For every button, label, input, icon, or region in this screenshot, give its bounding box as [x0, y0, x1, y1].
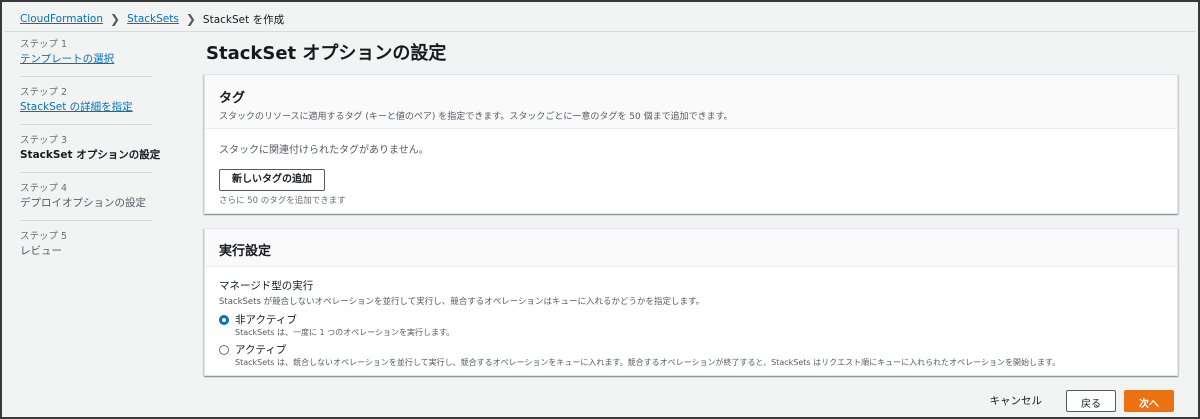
radio-texts: アクティブ StackSets は、競合しないオペレーションを並行して実行し、競… [235, 343, 1060, 369]
execution-settings-panel: 実行設定 マネージド型の実行 StackSets が競合しないオペレーションを並… [204, 228, 1178, 376]
breadcrumb-cloudformation[interactable]: CloudFormation [20, 13, 103, 25]
radio-button-inactive[interactable] [219, 315, 229, 325]
step-deploy-options: デプロイオプションの設定 [20, 197, 146, 209]
step-number: ステップ 5 [20, 231, 68, 242]
tags-panel-header: タグ スタックのリソースに適用するタグ (キーと値のペア) を指定できます。スタ… [205, 75, 1177, 129]
execution-title: 実行設定 [219, 244, 272, 259]
radio-desc-inactive: StackSets は、一度に 1 つのオペレーションを実行します。 [235, 328, 455, 337]
wizard-step-4: ステップ 4 デプロイオプションの設定 [20, 180, 152, 221]
tags-body: スタックに関連付けられたタグがありません。 新しいタグの追加 さらに 50 のタ… [205, 129, 1177, 218]
header-divider [4, 31, 1196, 32]
chevron-right-icon: ❯ [185, 12, 196, 26]
radio-option-active[interactable]: アクティブ StackSets は、競合しないオペレーションを並行して実行し、競… [219, 343, 1163, 369]
radio-desc-active: StackSets は、競合しないオペレーションを並行して実行し、競合するオペレ… [235, 358, 1061, 367]
wizard-footer: キャンセル 戻る 次へ [984, 389, 1174, 412]
radio-option-inactive[interactable]: 非アクティブ StackSets は、一度に 1 つのオペレーションを実行します… [219, 313, 1163, 339]
step-number: ステップ 1 [20, 39, 68, 50]
radio-texts: 非アクティブ StackSets は、一度に 1 つのオペレーションを実行します… [235, 313, 454, 339]
tags-remaining-hint: さらに 50 のタグを追加できます [219, 196, 346, 206]
managed-execution-label: マネージド型の実行 [219, 280, 314, 292]
wizard-step-1: ステップ 1 テンプレートの選択 [20, 36, 152, 77]
radio-label-active[interactable]: アクティブ [235, 343, 1060, 357]
step-link-select-template[interactable]: テンプレートの選択 [20, 52, 152, 67]
window-frame: CloudFormation ❯ StackSets ❯ StackSet を作… [0, 0, 1200, 419]
page-title: StackSet オプションの設定 [206, 43, 447, 64]
chevron-right-icon: ❯ [110, 12, 121, 26]
execution-panel-header: 実行設定 [205, 229, 1177, 267]
next-button[interactable]: 次へ [1124, 389, 1174, 412]
step-number: ステップ 4 [20, 183, 68, 194]
tags-panel: タグ スタックのリソースに適用するタグ (キーと値のペア) を指定できます。スタ… [204, 74, 1178, 214]
step-review: レビュー [20, 245, 62, 257]
breadcrumb-current: StackSet を作成 [202, 13, 285, 26]
radio-label-inactive[interactable]: 非アクティブ [235, 313, 454, 327]
wizard-steps-nav: ステップ 1 テンプレートの選択 ステップ 2 StackSet の詳細を指定 … [20, 36, 161, 275]
breadcrumb: CloudFormation ❯ StackSets ❯ StackSet を作… [20, 11, 284, 27]
add-tag-button[interactable]: 新しいタグの追加 [219, 169, 325, 191]
tags-title: タグ [219, 91, 246, 106]
step-number: ステップ 2 [20, 87, 68, 98]
step-current-options: StackSet オプションの設定 [20, 149, 161, 161]
execution-body: マネージド型の実行 StackSets が競合しないオペレーションを並行して実行… [205, 267, 1177, 380]
no-tags-text: スタックに関連付けられたタグがありません。 [219, 145, 429, 156]
wizard-step-3: ステップ 3 StackSet オプションの設定 [20, 132, 161, 173]
step-link-stackset-details[interactable]: StackSet の詳細を指定 [20, 100, 152, 115]
managed-execution-description: StackSets が競合しないオペレーションを並行して実行し、競合するオペレー… [219, 297, 705, 307]
wizard-step-5: ステップ 5 レビュー [20, 228, 152, 268]
breadcrumb-stacksets[interactable]: StackSets [127, 13, 179, 25]
cancel-button[interactable]: キャンセル [984, 389, 1049, 412]
tags-description: スタックのリソースに適用するタグ (キーと値のペア) を指定できます。スタックご… [219, 112, 733, 122]
step-number: ステップ 3 [20, 135, 68, 146]
radio-button-active[interactable] [219, 345, 229, 355]
back-button[interactable]: 戻る [1066, 389, 1116, 412]
wizard-step-2: ステップ 2 StackSet の詳細を指定 [20, 84, 152, 125]
